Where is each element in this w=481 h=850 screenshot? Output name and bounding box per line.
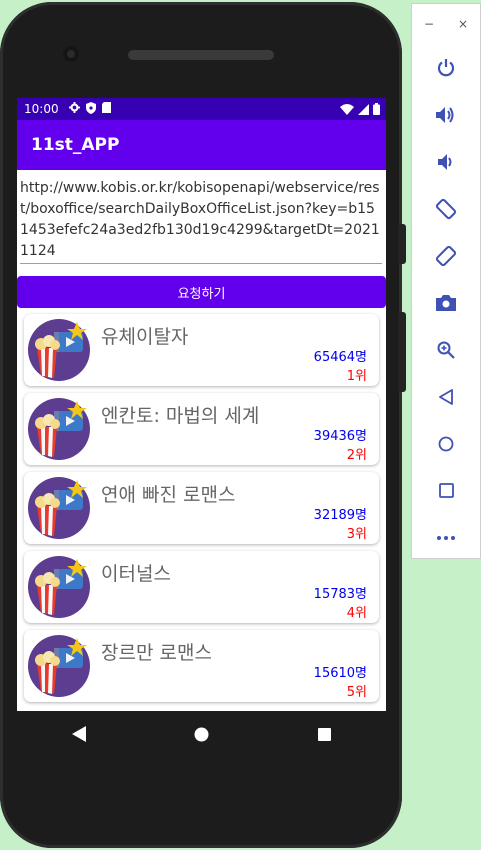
back-triangle-icon: [71, 726, 86, 742]
movie-audience: 65464명: [313, 350, 367, 365]
movie-rank: 2위: [346, 448, 367, 463]
zoom-button[interactable]: [412, 326, 480, 373]
back-icon: [439, 388, 453, 405]
movie-audience: 15783명: [313, 587, 367, 602]
app-bar: 11st_APP: [17, 120, 386, 170]
home-button[interactable]: [412, 420, 480, 467]
sd-card-icon: [101, 102, 111, 116]
movie-card[interactable]: 유체이탈자 65464명 1위: [24, 314, 379, 386]
rotate-right-button[interactable]: [412, 232, 480, 279]
movie-audience: 15610명: [313, 666, 367, 681]
movie-title: 연애 빠진 로맨스: [101, 484, 236, 506]
home-circle-icon: [194, 727, 209, 741]
camera-icon: [436, 295, 456, 311]
movie-poster-icon: [27, 476, 91, 540]
rotate-left-icon: [435, 198, 457, 219]
nav-overview-button[interactable]: [305, 714, 345, 754]
movie-list[interactable]: 유체이탈자 65464명 1위 엔칸토: 마법의 세계 39436명 2위 연애…: [17, 308, 386, 702]
movie-rank: 5위: [346, 685, 367, 700]
movie-poster-icon: [27, 634, 91, 698]
movie-title: 유체이탈자: [101, 326, 189, 348]
request-button[interactable]: 요청하기: [17, 276, 386, 308]
overview-icon: [438, 483, 454, 498]
signal-icon: [358, 103, 369, 115]
url-input[interactable]: http://www.kobis.or.kr/kobisopenapi/webs…: [20, 178, 382, 264]
movie-poster-icon: [27, 397, 91, 461]
volume-down-icon: [438, 153, 452, 170]
movie-card[interactable]: 장르만 로맨스 15610명 5위: [24, 630, 379, 702]
movie-poster-icon: [27, 318, 91, 382]
minimize-button[interactable]: −: [424, 17, 434, 31]
power-icon: [437, 58, 455, 76]
wifi-icon: [340, 103, 354, 115]
movie-title: 장르만 로맨스: [101, 642, 212, 664]
movie-rank: 4위: [346, 606, 367, 621]
shield-icon: [85, 101, 96, 117]
settings-icon: [68, 102, 80, 116]
home-icon: [438, 436, 454, 451]
back-button[interactable]: [412, 373, 480, 420]
volume-up-button[interactable]: [412, 91, 480, 138]
power-side-button: [398, 224, 406, 264]
more-button[interactable]: [412, 514, 480, 561]
close-button[interactable]: ×: [458, 17, 468, 31]
status-time: 10:00: [24, 102, 59, 116]
nav-home-button[interactable]: [182, 714, 222, 754]
nav-back-button[interactable]: [59, 714, 99, 754]
movie-poster-icon: [27, 555, 91, 619]
android-nav-bar: [17, 711, 386, 757]
overview-square-icon: [318, 727, 331, 741]
volume-up-icon: [436, 106, 454, 123]
front-camera: [63, 46, 79, 62]
volume-down-button[interactable]: [412, 138, 480, 185]
movie-card[interactable]: 엔칸토: 마법의 세계 39436명 2위: [24, 393, 379, 465]
status-bar: 10:00: [17, 98, 386, 120]
movie-audience: 39436명: [313, 429, 367, 444]
emulator-panel: − ×: [411, 3, 481, 559]
rotate-left-button[interactable]: [412, 185, 480, 232]
screenshot-button[interactable]: [412, 279, 480, 326]
movie-card[interactable]: 이터널스 15783명 4위: [24, 551, 379, 623]
device-screen: 10:00 11st_APP http://www.kobis.or.kr/ko…: [17, 98, 386, 711]
zoom-icon: [437, 341, 455, 359]
movie-card[interactable]: 연애 빠진 로맨스 32189명 3위: [24, 472, 379, 544]
movie-rank: 3위: [346, 527, 367, 542]
movie-title: 이터널스: [101, 563, 171, 585]
more-icon: [437, 535, 455, 540]
speaker-grille: [128, 50, 274, 60]
phone-frame: 10:00 11st_APP http://www.kobis.or.kr/ko…: [0, 2, 406, 848]
movie-title: 엔칸토: 마법의 세계: [101, 405, 260, 427]
rotate-right-icon: [435, 245, 457, 266]
volume-side-button: [398, 312, 406, 392]
overview-button[interactable]: [412, 467, 480, 514]
power-button[interactable]: [412, 44, 480, 91]
movie-audience: 32189명: [313, 508, 367, 523]
battery-icon: [373, 103, 380, 115]
movie-rank: 1위: [346, 369, 367, 384]
app-title: 11st_APP: [31, 135, 120, 155]
